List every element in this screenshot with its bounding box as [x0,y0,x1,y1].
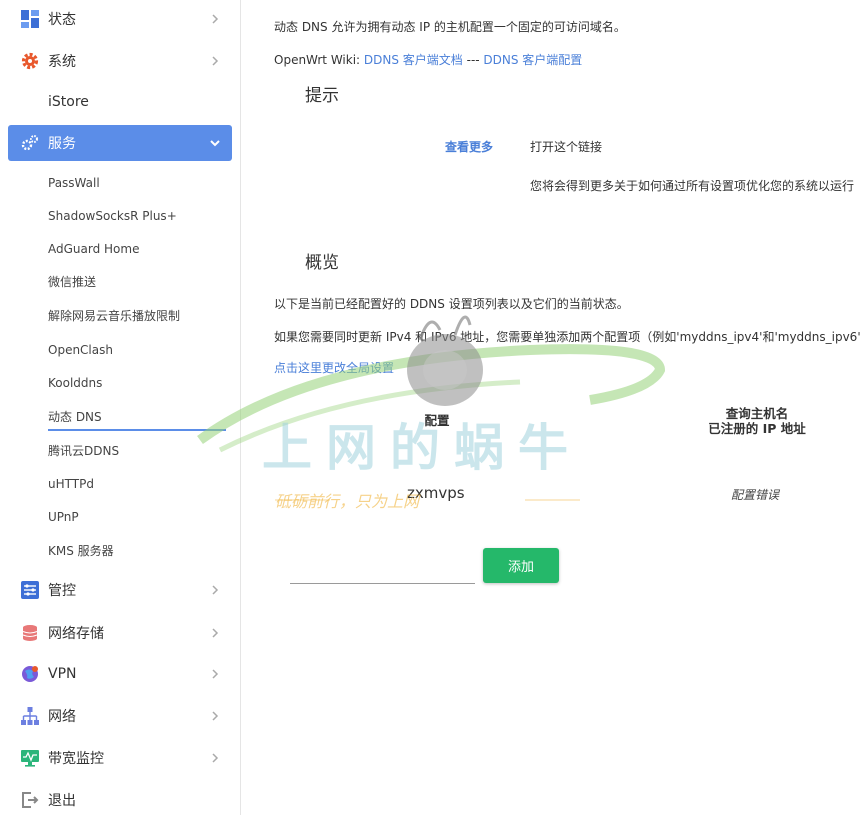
ddns-config-link[interactable]: DDNS 客户端配置 [483,53,582,67]
submenu-item-wechat-push[interactable]: 微信推送 [48,274,96,290]
monitor-icon [20,748,40,768]
submenu-item-adguard[interactable]: AdGuard Home [48,241,139,257]
sidebar-item-label: 网络 [48,709,76,725]
chevron-right-icon [212,669,219,679]
sidebar-item-bandwidth[interactable]: 带宽监控 [8,740,232,776]
submenu-item-passwall[interactable]: PassWall [48,175,100,191]
chevron-right-icon [212,14,219,24]
column-header-config: 配置 [424,413,450,428]
sidebar-item-network[interactable]: 网络 [8,698,232,734]
sidebar-item-storage[interactable]: 网络存储 [8,615,232,651]
sidebar-item-label: 状态 [48,12,76,28]
sidebar-item-status[interactable]: 状态 [8,1,232,37]
new-config-name-input[interactable] [290,566,475,584]
sidebar-item-label: 系统 [48,54,76,70]
sidebar-item-label: 管控 [48,583,76,599]
add-button[interactable]: 添加 [483,548,559,583]
intro-text: 动态 DNS 允许为拥有动态 IP 的主机配置一个固定的可访问域名。 [274,20,626,34]
sidebar-item-services[interactable]: 服务 [8,125,232,161]
column-header-host-line1: 查询主机名 [725,406,789,421]
main-content: 动态 DNS 允许为拥有动态 IP 的主机配置一个固定的可访问域名。 OpenW… [242,0,860,815]
chevron-right-icon [212,628,219,638]
hint-description: 您将会得到更多关于如何通过所有设置项优化您的系统以运行 [530,179,855,193]
gear-icon [20,51,40,71]
submenu-item-upnp[interactable]: UPnP [48,509,79,525]
network-icon [20,706,40,726]
hint-title: 提示 [305,86,339,106]
hint-open-text: 打开这个链接 [530,140,603,154]
ddns-doc-link[interactable]: DDNS 客户端文档 [364,53,463,67]
chevron-right-icon [212,56,219,66]
logout-icon [20,790,40,810]
overview-ipv6-note: 如果您需要同时更新 IPv4 和 IPv6 地址，您需要单独添加两个配置项（例如… [274,330,860,344]
sidebar-item-label: 退出 [48,793,76,809]
column-header-host-line2: 已注册的 IP 地址 [708,421,806,436]
submenu-item-koolddns[interactable]: Koolddns [48,375,102,391]
storage-icon [20,623,40,643]
table-row-host-status: 配置错误 [731,488,780,502]
vpn-icon [20,664,40,684]
dashboard-icon [20,9,40,29]
column-header-host: 查询主机名 已注册的 IP 地址 [697,406,817,436]
see-more-link[interactable]: 查看更多 [445,138,493,155]
sidebar-item-istore[interactable]: iStore [8,84,232,120]
submenu-item-uhttpd[interactable]: uHTTPd [48,476,94,492]
sidebar-item-vpn[interactable]: VPN [8,656,232,692]
sidebar-item-label: 服务 [48,136,76,152]
sidebar-item-label: 网络存储 [48,626,104,642]
submenu-item-unblock-music[interactable]: 解除网易云音乐播放限制 [48,308,180,324]
global-settings-link[interactable]: 点击这里更改全局设置 [274,359,394,376]
services-icon [20,133,40,153]
wiki-separator: --- [462,53,484,67]
active-submenu-indicator [48,429,226,431]
chevron-right-icon [212,585,219,595]
sidebar-item-label: VPN [48,666,77,682]
submenu-item-ssrplus[interactable]: ShadowSocksR Plus+ [48,208,177,224]
wiki-prefix: OpenWrt Wiki: [274,53,364,67]
chevron-right-icon [212,753,219,763]
submenu-item-ddns[interactable]: 动态 DNS [48,409,102,425]
sidebar-item-control[interactable]: 管控 [8,572,232,608]
sidebar: 状态 系统 iStore 服务 PassWall ShadowSocksR Pl… [0,0,241,815]
sidebar-item-label: 带宽监控 [48,751,104,767]
overview-title: 概览 [305,253,339,273]
sliders-icon [20,580,40,600]
sidebar-item-logout[interactable]: 退出 [8,782,232,815]
submenu-item-tencent-ddns[interactable]: 腾讯云DDNS [48,443,119,459]
sidebar-item-system[interactable]: 系统 [8,43,232,79]
wiki-line: OpenWrt Wiki: DDNS 客户端文档 --- DDNS 客户端配置 [274,51,582,68]
chevron-down-icon [210,140,220,147]
submenu-item-openclash[interactable]: OpenClash [48,342,113,358]
chevron-right-icon [212,711,219,721]
submenu-item-kms[interactable]: KMS 服务器 [48,543,114,559]
sidebar-item-label: iStore [48,94,89,110]
overview-description: 以下是当前已经配置好的 DDNS 设置项列表以及它们的当前状态。 [274,297,629,311]
table-row-config: zxmvps [407,484,465,502]
